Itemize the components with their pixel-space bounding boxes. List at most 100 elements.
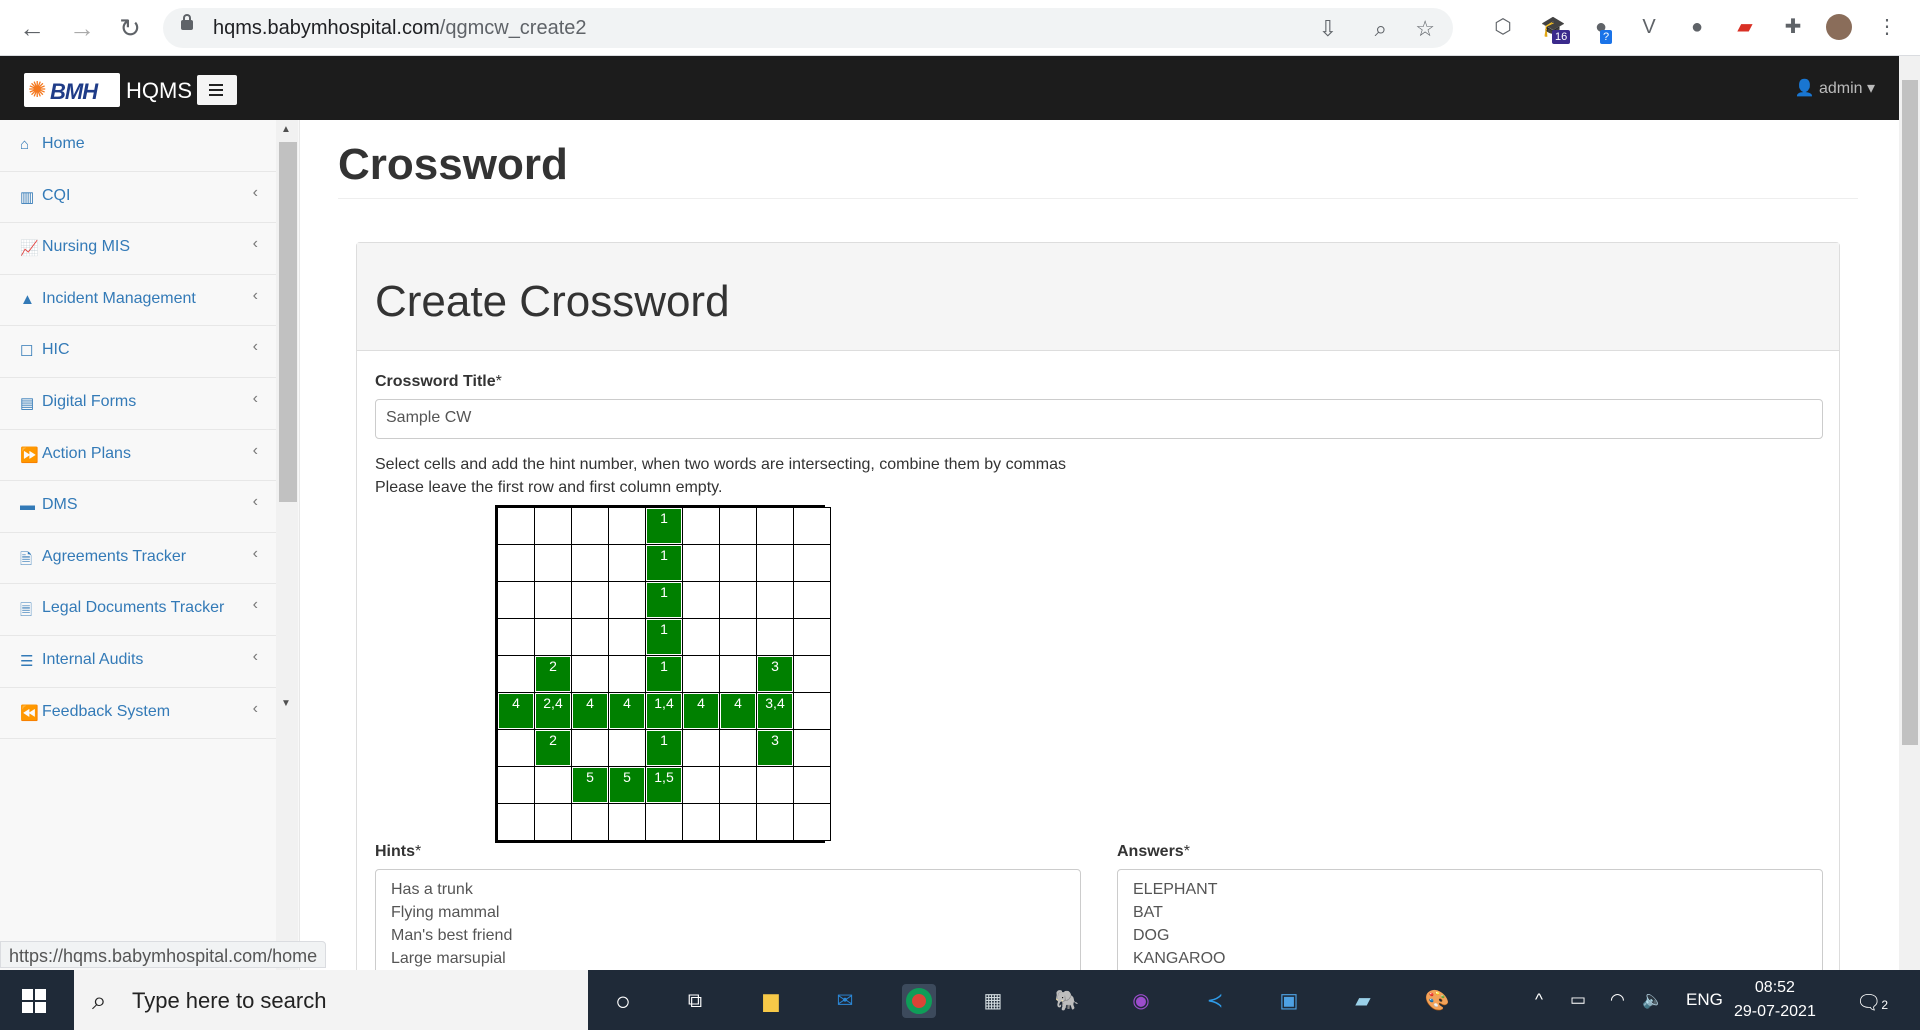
crossword-cell[interactable] [571, 544, 609, 582]
crossword-cell[interactable] [645, 803, 683, 841]
sidebar-toggle-button[interactable] [197, 75, 237, 105]
scroll-up-icon[interactable]: ▲ [281, 124, 291, 135]
crossword-cell[interactable] [719, 618, 757, 656]
hints-textarea[interactable]: Has a trunk Flying mammal Man's best frien… [375, 869, 1081, 970]
crossword-cell[interactable]: 4 [497, 692, 535, 730]
extension-circle-icon[interactable]: ● [1684, 14, 1710, 40]
crossword-cell[interactable]: 5 [571, 766, 609, 804]
crossword-cell[interactable]: 1 [645, 618, 683, 656]
app-window-icon[interactable]: ▦ [976, 984, 1010, 1018]
crossword-cell[interactable] [793, 803, 831, 841]
crossword-cell[interactable] [756, 581, 794, 619]
extension-chat-icon[interactable]: ●? [1588, 14, 1614, 44]
crossword-cell[interactable] [534, 544, 572, 582]
crossword-cell[interactable] [608, 544, 646, 582]
crossword-cell[interactable] [793, 692, 831, 730]
install-app-icon[interactable]: ⇩ [1319, 16, 1337, 42]
forward-icon[interactable]: → [68, 14, 96, 42]
sidebar-item-hic[interactable]: ☐ HIC ‹ [0, 326, 276, 378]
crossword-title-input[interactable]: Sample CW [375, 399, 1823, 439]
sidebar-item-feedback-system[interactable]: ⏪ Feedback System ‹ [0, 688, 276, 740]
crossword-cell[interactable]: 3 [756, 729, 794, 767]
user-menu[interactable]: 👤 admin ▾ [1795, 78, 1875, 98]
taskbar-search-box[interactable]: ⌕ Type here to search [74, 970, 588, 1030]
windows-start-icon[interactable] [22, 989, 46, 1013]
crossword-cell[interactable] [608, 618, 646, 656]
crossword-cell[interactable] [719, 766, 757, 804]
mail-icon[interactable]: ✉ [828, 984, 862, 1018]
crossword-cell[interactable] [682, 766, 720, 804]
crossword-cell[interactable] [793, 618, 831, 656]
sidebar-scroll-thumb[interactable] [279, 142, 297, 502]
crossword-cell[interactable] [719, 803, 757, 841]
extension-grad-cap-icon[interactable]: 🎓 16 [1540, 14, 1571, 44]
tray-chevron-icon[interactable]: ^ [1535, 990, 1543, 1010]
paint-icon[interactable]: 🎨 [1420, 984, 1454, 1018]
chrome-icon[interactable] [902, 984, 936, 1018]
crossword-cell[interactable] [682, 581, 720, 619]
file-explorer-icon[interactable]: ▆ [754, 984, 788, 1018]
crossword-cell[interactable]: 1 [645, 655, 683, 693]
extension-shield-icon[interactable]: ⬡ [1490, 14, 1516, 40]
crossword-cell[interactable] [756, 507, 794, 545]
scroll-down-icon[interactable]: ▼ [281, 698, 291, 709]
photos-icon[interactable]: ▣ [1272, 984, 1306, 1018]
crossword-cell[interactable] [682, 544, 720, 582]
crossword-cell[interactable] [608, 507, 646, 545]
crossword-cell[interactable] [534, 803, 572, 841]
crossword-cell[interactable] [756, 766, 794, 804]
crossword-cell[interactable] [756, 618, 794, 656]
crossword-cell[interactable]: 4 [608, 692, 646, 730]
crossword-cell[interactable] [719, 581, 757, 619]
crossword-cell[interactable] [608, 581, 646, 619]
bookmark-star-icon[interactable]: ☆ [1415, 16, 1435, 42]
back-icon[interactable]: ← [18, 14, 46, 42]
crossword-cell[interactable] [756, 803, 794, 841]
crossword-cell[interactable] [793, 655, 831, 693]
crossword-cell[interactable] [497, 544, 535, 582]
crossword-cell[interactable] [793, 507, 831, 545]
postgres-icon[interactable]: 🐘 [1050, 984, 1084, 1018]
crossword-cell[interactable] [571, 655, 609, 693]
crossword-cell[interactable]: 5 [608, 766, 646, 804]
crossword-cell[interactable]: 3,4 [756, 692, 794, 730]
notifications-icon[interactable]: 🗨2 [1856, 990, 1888, 1015]
page-scroll-thumb[interactable] [1902, 80, 1918, 745]
crossword-cell[interactable]: 1 [645, 544, 683, 582]
crossword-cell[interactable] [719, 507, 757, 545]
crossword-cell[interactable]: 4 [719, 692, 757, 730]
address-bar[interactable]: hqms.babymhospital.com/qgmcw_create2 ⇩ ⌕… [163, 8, 1453, 48]
crossword-cell[interactable]: 2,4 [534, 692, 572, 730]
sidebar-item-legal-documents-tracker[interactable]: 🗏 Legal Documents Tracker ‹ [0, 584, 276, 636]
crossword-cell[interactable] [534, 618, 572, 656]
crossword-cell[interactable]: 4 [682, 692, 720, 730]
crossword-cell[interactable]: 1 [645, 507, 683, 545]
crossword-cell[interactable] [571, 803, 609, 841]
crossword-cell[interactable] [497, 507, 535, 545]
crossword-cell[interactable] [497, 581, 535, 619]
bmh-logo[interactable]: ✺ BMH [24, 73, 120, 107]
sidebar-item-dms[interactable]: ▬ DMS ‹ [0, 481, 276, 533]
crossword-cell[interactable] [497, 803, 535, 841]
volume-icon[interactable]: 🔈 [1642, 990, 1663, 1010]
crossword-cell[interactable] [682, 803, 720, 841]
crossword-cell[interactable] [497, 766, 535, 804]
crossword-cell[interactable] [682, 507, 720, 545]
crossword-cell[interactable]: 4 [571, 692, 609, 730]
notes-icon[interactable]: ▰ [1346, 984, 1380, 1018]
sidebar-item-cqi[interactable]: ▥ CQI ‹ [0, 172, 276, 224]
crossword-cell[interactable] [497, 729, 535, 767]
github-desktop-icon[interactable]: ◉ [1124, 984, 1158, 1018]
crossword-cell[interactable] [534, 766, 572, 804]
crossword-cell[interactable] [719, 729, 757, 767]
brand-name[interactable]: HQMS [126, 78, 192, 104]
crossword-cell[interactable] [571, 507, 609, 545]
extension-v-icon[interactable]: V [1636, 14, 1662, 40]
crossword-cell[interactable]: 1 [645, 729, 683, 767]
profile-avatar[interactable] [1826, 14, 1852, 40]
crossword-cell[interactable] [682, 729, 720, 767]
clock[interactable]: 08:52 29-07-2021 [1734, 976, 1816, 1024]
crossword-cell[interactable]: 2 [534, 655, 572, 693]
crossword-cell[interactable] [682, 655, 720, 693]
crossword-cell[interactable]: 3 [756, 655, 794, 693]
